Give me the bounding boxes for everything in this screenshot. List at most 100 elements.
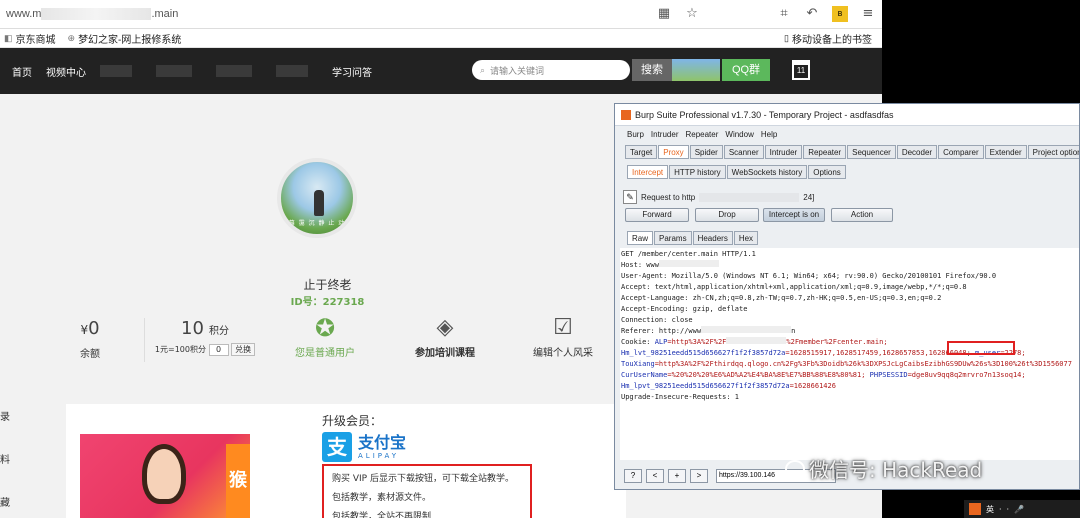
tab-intruder[interactable]: Intruder bbox=[764, 145, 803, 159]
url-blurred bbox=[41, 8, 152, 21]
crop-icon[interactable]: ⌗ bbox=[776, 6, 792, 22]
action-button[interactable]: Action bbox=[831, 208, 893, 222]
view-tab-params[interactable]: Params bbox=[654, 231, 692, 245]
menu-icon[interactable]: ≡ bbox=[860, 6, 876, 22]
cookie-line: TouXiang=http%3A%2F%2Fthirdqq.qlogo.cn%2… bbox=[621, 359, 1079, 370]
vip-description: 购买 VIP 后显示下载按钮，可下载全站教学。 包括教学，素材源文件。 包括教学… bbox=[322, 464, 532, 518]
globe-icon: ⊕ bbox=[67, 32, 76, 43]
drop-button[interactable]: Drop bbox=[695, 208, 759, 222]
view-tab-hex[interactable]: Hex bbox=[733, 231, 759, 245]
side-label-2[interactable]: 料 bbox=[0, 451, 10, 466]
intercept-toggle-button[interactable]: Intercept is on bbox=[763, 208, 825, 222]
tab-extender[interactable]: Extender bbox=[984, 145, 1027, 159]
edit-profile-stat[interactable]: ☑ 编辑个人风采 bbox=[518, 314, 608, 359]
cookie-line: Hm_lpvt_98251eedd515d656627f1f2f3857d72a… bbox=[621, 381, 1079, 392]
tab-sequencer[interactable]: Sequencer bbox=[847, 145, 896, 159]
tab-comparer[interactable]: Comparer bbox=[938, 145, 984, 159]
request-line: Host: www bbox=[621, 260, 1079, 271]
request-editor[interactable]: GET /member/center.main HTTP/1.1 Host: w… bbox=[620, 248, 1079, 460]
microphone-icon[interactable]: 🎤 bbox=[1014, 505, 1024, 514]
qr-icon[interactable]: ▦ bbox=[656, 6, 672, 22]
side-label-1[interactable]: 录 bbox=[0, 408, 10, 423]
user-id: ID号：227318 bbox=[290, 297, 365, 308]
membership-stat[interactable]: ✪ 您是普通用户 bbox=[280, 314, 370, 359]
url-bar[interactable]: www.m .main ▦ ☆ ⌗ ↶ B ≡ bbox=[0, 0, 882, 29]
bookmark-label: 梦幻之家-网上报修系统 bbox=[78, 34, 182, 46]
help-button[interactable]: ? bbox=[624, 469, 642, 483]
view-tab-raw[interactable]: Raw bbox=[627, 231, 654, 245]
undo-icon[interactable]: ↶ bbox=[804, 6, 820, 22]
user-avatar-small[interactable] bbox=[672, 59, 720, 81]
tab-spider[interactable]: Spider bbox=[689, 145, 723, 159]
tray-dot: · bbox=[999, 504, 1002, 514]
url-text[interactable]: www.m .main bbox=[6, 7, 650, 21]
nav-blurred-2 bbox=[156, 65, 192, 77]
nav-video-center[interactable]: 视频中心 bbox=[46, 64, 86, 79]
menu-window[interactable]: Window bbox=[725, 130, 753, 139]
mobile-bookmarks[interactable]: ▯ 移动设备上的书签 bbox=[784, 31, 872, 46]
bookmark-icon: ◧ bbox=[4, 32, 13, 43]
medal-icon: ✪ bbox=[314, 314, 336, 342]
search-button[interactable]: 搜索 bbox=[632, 59, 672, 81]
points-input[interactable]: 0 bbox=[208, 343, 229, 356]
tab-scanner[interactable]: Scanner bbox=[723, 145, 764, 159]
vip-desc-line: 购买 VIP 后显示下载按钮，可下载全站教学。 bbox=[332, 474, 514, 484]
training-stat[interactable]: ◈ 参加培训课程 bbox=[400, 314, 490, 359]
burp-logo-icon bbox=[621, 109, 631, 120]
cookie-blurred bbox=[726, 337, 787, 344]
menu-repeater[interactable]: Repeater bbox=[685, 130, 718, 139]
url-start: www.m bbox=[6, 7, 42, 20]
cookie-value: =1628661426 bbox=[789, 382, 836, 390]
prev-button[interactable]: < bbox=[646, 469, 664, 483]
bookmark-jd[interactable]: ◧ 京东商城 bbox=[4, 31, 56, 46]
nav-qa[interactable]: 学习问答 bbox=[332, 64, 372, 79]
cookie-value: =dge8uv9qq8q2mrvro7n13soq14; bbox=[907, 371, 1026, 379]
side-label-3[interactable]: 藏 bbox=[0, 494, 10, 509]
cookie-value: =%20%20%20%E6%AD%A2%E4%BA%8E%E7%BB%88%E8… bbox=[667, 371, 866, 379]
star-icon[interactable]: ☆ bbox=[684, 6, 700, 22]
request-line: GET /member/center.main HTTP/1.1 bbox=[621, 250, 756, 258]
highlight-box bbox=[947, 341, 1015, 355]
next-button[interactable]: > bbox=[690, 469, 708, 483]
calendar-icon[interactable]: 11 bbox=[792, 60, 810, 80]
tab-target[interactable]: Target bbox=[625, 145, 658, 159]
view-tab-headers[interactable]: Headers bbox=[692, 231, 733, 245]
tab-repeater[interactable]: Repeater bbox=[803, 145, 847, 159]
system-tray: 英 · · 🎤 bbox=[964, 500, 1080, 518]
tab-project-options[interactable]: Project options bbox=[1027, 145, 1079, 159]
tab-decoder[interactable]: Decoder bbox=[896, 145, 938, 159]
subtab-intercept[interactable]: Intercept bbox=[627, 165, 669, 179]
cookie-key: ALP bbox=[654, 338, 668, 346]
nav-blurred-3 bbox=[216, 65, 252, 77]
site-navigation: 首页 视频中心 学习问答 ⌕ 请输入关键词 搜索 QQ群 11 bbox=[0, 48, 882, 94]
ime-language[interactable]: 英 bbox=[986, 504, 994, 515]
request-line: Accept: text/html,application/xhtml+xml,… bbox=[621, 283, 967, 291]
subtab-websockets-history[interactable]: WebSockets history bbox=[726, 165, 808, 179]
referer-blurred bbox=[701, 326, 792, 333]
bookmark-repair-system[interactable]: ⊕ 梦幻之家-网上报修系统 bbox=[68, 31, 182, 46]
tab-proxy[interactable]: Proxy bbox=[658, 145, 689, 159]
forward-button[interactable]: Forward bbox=[625, 208, 689, 222]
balance-label: 余额 bbox=[80, 349, 100, 360]
pencil-icon[interactable]: ✎ bbox=[623, 190, 637, 204]
qq-group-button[interactable]: QQ群 bbox=[722, 59, 770, 81]
profile-avatar[interactable]: 暮 霭 沉 静 止 动 bbox=[277, 158, 357, 238]
alipay-cn: 支付宝 bbox=[358, 433, 407, 452]
exchange-button[interactable]: 兑换 bbox=[231, 343, 256, 356]
menu-burp[interactable]: Burp bbox=[627, 130, 644, 139]
subtab-http-history[interactable]: HTTP history bbox=[669, 165, 726, 179]
username: 止于终老 bbox=[303, 278, 352, 292]
cookie-value: %2Fmember%2Fcenter.main; bbox=[786, 338, 888, 346]
search-input[interactable]: ⌕ 请输入关键词 bbox=[472, 60, 630, 80]
request-line: Referer: http://www n bbox=[621, 326, 1079, 337]
subtab-options[interactable]: Options bbox=[808, 165, 846, 179]
cookie-line: CurUserName=%20%20%20%E6%AD%A2%E4%BA%8E%… bbox=[621, 370, 1079, 381]
add-button[interactable]: + bbox=[668, 469, 686, 483]
nav-home[interactable]: 首页 bbox=[12, 64, 32, 79]
ime-logo-icon[interactable] bbox=[969, 503, 981, 515]
burp-extension-icon[interactable]: B bbox=[832, 6, 848, 22]
menu-intruder[interactable]: Intruder bbox=[651, 130, 679, 139]
cookie-key: CurUserName bbox=[621, 371, 668, 379]
menu-help[interactable]: Help bbox=[761, 130, 777, 139]
vip-desc-line: 包括教学，素材源文件。 bbox=[332, 493, 432, 503]
